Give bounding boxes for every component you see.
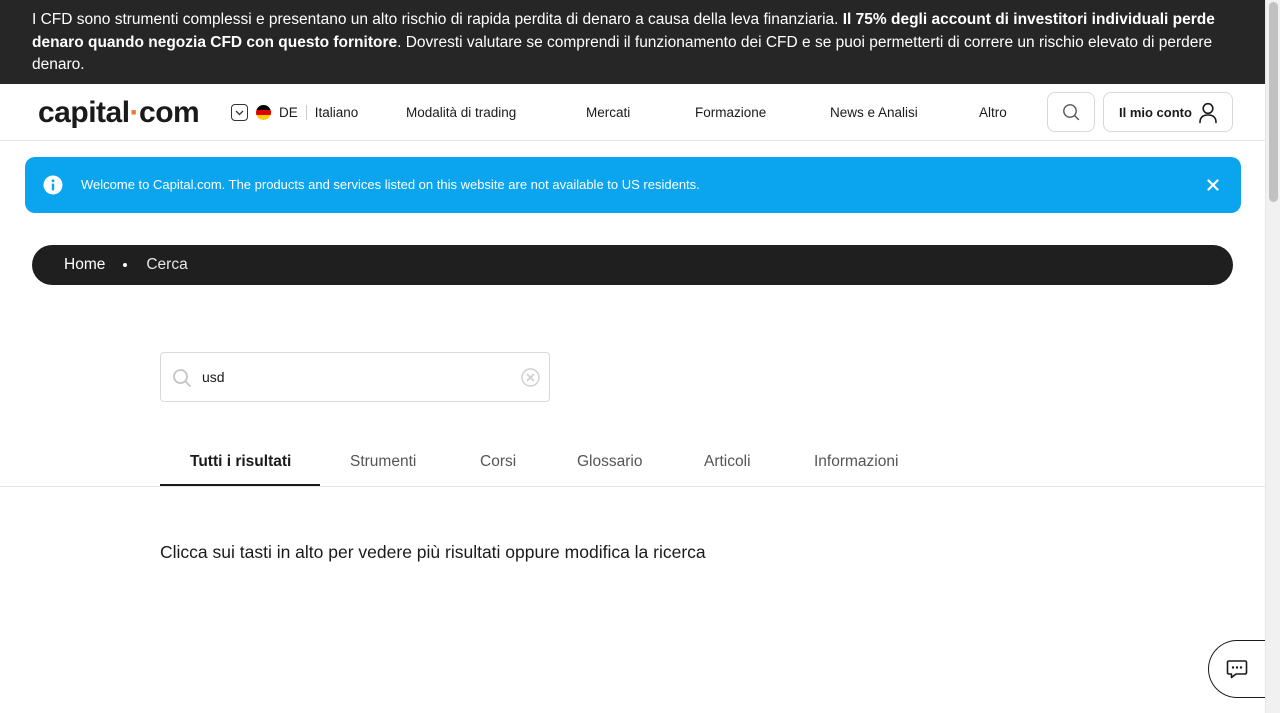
page-scrollbar[interactable]	[1265, 0, 1280, 713]
logo-text-right: com	[139, 96, 200, 129]
nav-markets[interactable]: Mercati	[586, 105, 630, 120]
country-code: DE	[279, 105, 298, 120]
active-tab-indicator	[160, 484, 320, 486]
nav-more[interactable]: Altro	[979, 105, 1007, 120]
us-residents-notice: Welcome to Capital.com. The products and…	[25, 157, 1241, 213]
header-search-button[interactable]	[1047, 92, 1095, 132]
breadcrumb-separator	[123, 263, 128, 267]
scrollbar-thumb[interactable]	[1269, 2, 1278, 202]
breadcrumb-current: Cerca	[146, 256, 188, 273]
nav-education[interactable]: Formazione	[695, 105, 766, 120]
search-icon	[173, 369, 191, 387]
search-field[interactable]	[160, 352, 550, 402]
close-icon[interactable]	[1207, 179, 1219, 191]
nav-trading-modes[interactable]: Modalità di trading	[406, 105, 516, 120]
chat-button[interactable]	[1208, 640, 1268, 698]
risk-warning-text: I CFD sono strumenti complessi e present…	[32, 11, 843, 28]
language-divider	[305, 105, 307, 120]
site-header: capital·com DE Italiano Modalità di trad…	[0, 84, 1265, 141]
language-switcher[interactable]: DE Italiano	[231, 104, 358, 121]
breadcrumb-home[interactable]: Home	[64, 256, 105, 274]
user-icon	[1199, 102, 1217, 124]
capital-logo[interactable]: capital·com	[38, 96, 200, 130]
tab-articles[interactable]: Articoli	[704, 453, 751, 471]
flag-de-icon	[256, 105, 271, 120]
notice-text: Welcome to Capital.com. The products and…	[81, 177, 700, 192]
tab-instruments[interactable]: Strumenti	[350, 453, 416, 471]
my-account-button[interactable]: Il mio conto	[1103, 92, 1233, 132]
tab-courses[interactable]: Corsi	[480, 453, 516, 471]
info-icon	[43, 175, 63, 195]
chat-icon	[1226, 660, 1247, 679]
language-label: Italiano	[314, 105, 359, 120]
tab-all-results[interactable]: Tutti i risultati	[190, 453, 291, 471]
clear-icon[interactable]	[521, 368, 540, 387]
risk-warning-banner: I CFD sono strumenti complessi e present…	[0, 0, 1265, 84]
search-input[interactable]	[202, 367, 502, 387]
nav-news-analysis[interactable]: News e Analisi	[830, 105, 918, 120]
chevron-down-icon	[231, 104, 248, 121]
logo-dot: ·	[129, 96, 140, 129]
tabs-divider	[0, 486, 1265, 487]
tab-glossary[interactable]: Glossario	[577, 453, 642, 471]
tab-information[interactable]: Informazioni	[814, 453, 898, 471]
breadcrumb: Home Cerca	[32, 245, 1233, 285]
logo-text-left: capital	[38, 96, 130, 129]
search-icon	[1063, 104, 1080, 121]
my-account-label: Il mio conto	[1119, 104, 1192, 120]
results-hint: Clicca sui tasti in alto per vedere più …	[160, 542, 706, 562]
